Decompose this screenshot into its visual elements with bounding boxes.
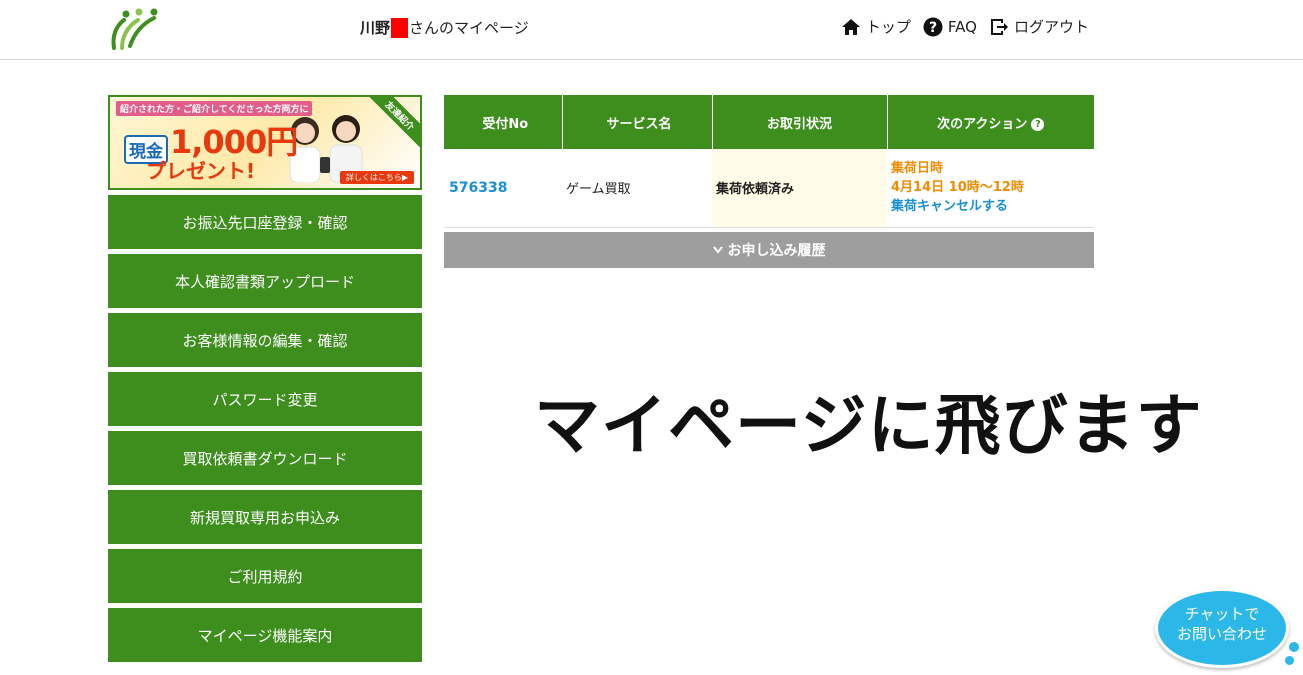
- nav-top-label: トップ: [865, 18, 911, 36]
- nav-faq-label: FAQ: [947, 17, 977, 36]
- help-circle-icon: ?: [923, 17, 943, 37]
- sidebar-item-customer-info[interactable]: お客様情報の編集・確認: [108, 313, 422, 367]
- nav-logout-link[interactable]: ログアウト: [989, 16, 1089, 37]
- sidebar-item-bank-account[interactable]: お振込先口座登録・確認: [108, 195, 422, 249]
- sidebar-item-request-download[interactable]: 買取依頼書ダウンロード: [108, 431, 422, 485]
- table-row: 576338 ゲーム買取 集荷依頼済み 集荷日時 4月14日 10時〜12時 集…: [444, 149, 1094, 228]
- header-nav: トップ ? FAQ ログアウト: [841, 16, 1089, 37]
- site-logo[interactable]: [106, 6, 160, 52]
- sidebar-item-id-upload[interactable]: 本人確認書類アップロード: [108, 254, 422, 308]
- chat-label-line1: チャットで: [1184, 605, 1260, 623]
- chat-bubble-tail-dot: [1287, 640, 1301, 654]
- status-cell: 集荷依頼済み: [712, 149, 887, 228]
- nav-faq-link[interactable]: ? FAQ: [923, 17, 977, 37]
- user-name: 川野: [360, 19, 391, 37]
- header: 川野 さんのマイページ トップ ? FAQ ログアウト: [0, 0, 1303, 60]
- column-header-action-label: 次のアクション: [937, 116, 1028, 132]
- service-cell: ゲーム買取: [562, 149, 712, 228]
- history-toggle-button[interactable]: お申し込み履歴: [444, 232, 1094, 268]
- order-no-link[interactable]: 576338: [449, 180, 507, 196]
- logout-icon: [989, 17, 1009, 37]
- column-header-no: 受付No: [444, 95, 563, 149]
- referral-banner[interactable]: 紹介された方・ご紹介してくださった方両方に 現金 1,000円 プレゼント! 友…: [108, 95, 422, 190]
- action-cell: 集荷日時 4月14日 10時〜12時 集荷キャンセルする: [887, 149, 1094, 228]
- nav-top-link[interactable]: トップ: [841, 16, 911, 37]
- page-title: 川野 さんのマイページ: [360, 17, 529, 38]
- nav-logout-label: ログアウト: [1013, 18, 1089, 36]
- chat-label-line2: お問い合わせ: [1176, 625, 1267, 643]
- cancel-pickup-link[interactable]: 集荷キャンセルする: [891, 197, 1094, 216]
- redaction-block: [391, 17, 409, 38]
- history-label: お申し込み履歴: [727, 243, 826, 259]
- banner-present: プレゼント!: [146, 159, 256, 183]
- svg-text:?: ?: [929, 20, 937, 36]
- order-no-cell: 576338: [444, 149, 562, 228]
- banner-details-link[interactable]: 詳しくはこちら▶: [339, 171, 414, 184]
- chat-bubble-tail-dot-small: [1285, 656, 1294, 665]
- pickup-datetime: 4月14日 10時〜12時: [891, 180, 1024, 196]
- chat-label: チャットで お問い合わせ: [1155, 604, 1289, 644]
- table-header-row: 受付No サービス名 お取引状況 次のアクション?: [444, 95, 1094, 149]
- sidebar-item-password[interactable]: パスワード変更: [108, 372, 422, 426]
- chevron-down-icon: [712, 242, 723, 258]
- orders-table: 受付No サービス名 お取引状況 次のアクション? 576338 ゲーム買取 集…: [444, 95, 1094, 228]
- sidebar-item-new-request[interactable]: 新規買取専用お申込み: [108, 490, 422, 544]
- user-suffix: さんのマイページ: [409, 19, 529, 37]
- pickup-label: 集荷日時: [891, 161, 944, 177]
- chat-contact-button[interactable]: チャットで お問い合わせ: [1155, 588, 1301, 668]
- column-header-service: サービス名: [562, 95, 713, 149]
- redirect-message: マイページに飛びます: [534, 387, 1203, 464]
- sidebar-item-guide[interactable]: マイページ機能案内: [108, 608, 422, 662]
- home-icon: [841, 18, 861, 36]
- help-icon[interactable]: ?: [1031, 117, 1045, 131]
- sidebar-item-terms[interactable]: ご利用規約: [108, 549, 422, 603]
- column-header-action: 次のアクション?: [887, 95, 1094, 149]
- column-header-status: お取引状況: [712, 95, 888, 149]
- sidebar-menu: お振込先口座登録・確認 本人確認書類アップロード お客様情報の編集・確認 パスワ…: [108, 195, 422, 667]
